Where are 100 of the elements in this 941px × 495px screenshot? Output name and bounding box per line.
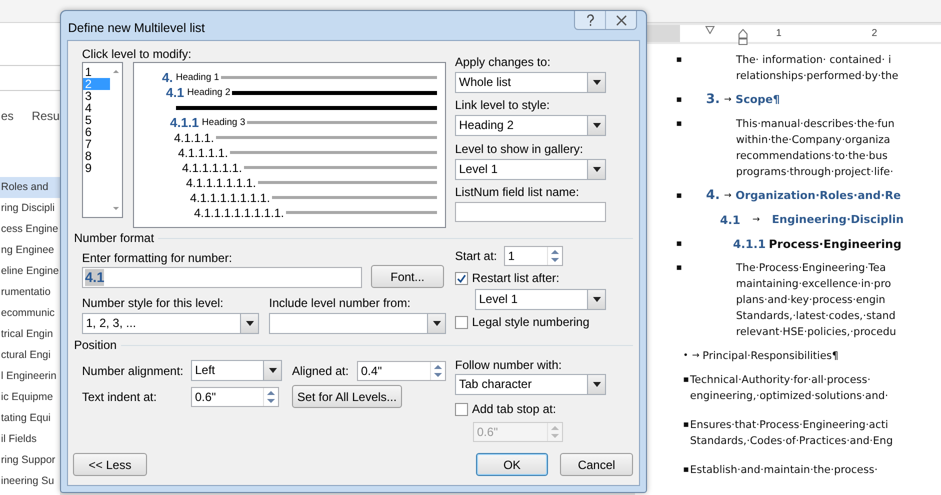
level-item[interactable]: 5 <box>83 114 110 126</box>
checkbox[interactable] <box>455 402 468 416</box>
bullet: • <box>683 351 688 361</box>
follow-number-dropdown[interactable]: Tab character <box>455 374 606 395</box>
help-icon <box>586 14 594 26</box>
bullet: ▪ <box>683 420 690 430</box>
close-icon <box>616 14 626 26</box>
paragraph: Technical·Authority·for·all·process· engineering,·optimized·solutions·and· <box>690 373 888 404</box>
paragraph: The· information· contained· i relationships·performed·by·the <box>736 53 898 84</box>
dialog-button[interactable]: OK <box>476 453 548 476</box>
field-label: Number alignment: <box>82 364 184 378</box>
level-item[interactable]: 9 <box>83 162 110 174</box>
dialog-button[interactable]: Cancel <box>560 453 633 476</box>
apply-to-dropdown[interactable]: Whole list <box>455 72 606 93</box>
checkbox-label: Legal style numbering <box>472 315 590 329</box>
gallery-level-dropdown[interactable]: Level 1 <box>455 158 606 180</box>
section-heading: Position <box>74 338 117 352</box>
heading-number: 4. <box>706 188 720 204</box>
level-item[interactable]: 6 <box>83 126 110 138</box>
preview-number: 4.1.1.1.1. <box>178 146 228 160</box>
bullet: ▪ <box>676 119 682 129</box>
caret-icon <box>592 80 600 85</box>
nav-heading-item[interactable]: ng Enginee <box>0 240 60 261</box>
spin-arrows-icon <box>547 247 562 265</box>
preview-number: 4.1.1.1.1.1.1.1. <box>190 190 270 204</box>
list-name-field[interactable] <box>455 202 606 222</box>
checkbox-label: Restart list after: <box>472 271 560 285</box>
nav-heading-item[interactable]: ic Equipme <box>0 387 60 408</box>
spin-arrows-icon <box>547 423 562 441</box>
paragraph: Ensures·that·Process·Engineering·acti Standards,·Codes·of·Practices·and·Eng <box>690 418 893 449</box>
bullet: ▪ <box>676 55 682 65</box>
heading-title: Scope¶ <box>736 92 780 108</box>
restart-after-dropdown[interactable]: Level 1 <box>475 289 606 310</box>
field-label: Include level number from: <box>269 296 412 310</box>
level-item[interactable]: 8 <box>83 150 110 162</box>
level-list[interactable]: 1 2 3 4 5 6 7 8 9 <box>82 62 123 218</box>
paragraph: Principal·Responsibilities¶ <box>702 349 839 364</box>
field-label: Level to show in gallery: <box>455 142 584 156</box>
level-item[interactable]: 4 <box>83 102 110 114</box>
dialog-button[interactable]: << Less <box>73 453 147 476</box>
ruler-number: 1 <box>776 28 782 39</box>
nav-heading-item[interactable]: cess Engine <box>0 219 60 240</box>
nav-heading-item[interactable]: trical Engin <box>0 324 60 345</box>
preview-number: 4.1.1.1.1.1. <box>182 160 242 174</box>
nav-heading-item[interactable]: ecommunic <box>0 303 60 324</box>
font-button[interactable]: Font... <box>371 265 444 288</box>
include-level-dropdown[interactable] <box>269 313 446 334</box>
field-label: Aligned at: <box>292 364 350 378</box>
paragraph: The·Process·Engineering·Tea maintaining·excellence·in·pro plans·and·key·process·engin Standards,·latest·codes,·stand relevant·HSE·policies,·procedu <box>736 261 896 340</box>
caret-icon <box>592 123 600 128</box>
nav-heading-item[interactable]: rumentatio <box>0 282 60 303</box>
nav-tab[interactable]: es <box>0 109 15 123</box>
link-style-dropdown[interactable]: Heading 2 <box>455 115 606 136</box>
level-item[interactable]: 1 <box>83 66 110 78</box>
hanging-indent-icon[interactable] <box>738 29 748 45</box>
checkbox[interactable] <box>455 316 468 328</box>
section-heading: Number format <box>74 231 154 245</box>
paragraph: Establish·and·maintain·the·process· <box>690 463 878 478</box>
heading-title: Engineering·Disciplin <box>772 212 904 228</box>
checkbox[interactable] <box>455 272 468 284</box>
field-label: Enter formatting for number: <box>82 251 234 265</box>
aligned-at-spinner[interactable]: 0.4" <box>357 360 446 380</box>
ruler-number: 2 <box>872 28 878 39</box>
preview-style-label: Heading 2 <box>187 87 230 98</box>
preview-number: 4.1.1.1.1.1.1. <box>186 176 256 190</box>
nav-heading-item[interactable]: ring Discipli <box>0 198 60 219</box>
paragraph: This·manual·describes·the·fun within·the·Company·organiza recommendations·to·the·bus programs·through·project·life· <box>736 117 895 180</box>
field-label: Text indent at: <box>82 390 158 404</box>
heading-title: Process·Engineering <box>768 236 902 252</box>
bullet: ▪ <box>683 465 690 475</box>
nav-heading-item[interactable]: ctural Engi <box>0 345 60 366</box>
number-format-field[interactable]: 4.1 <box>82 267 362 288</box>
nav-heading-item[interactable]: ring Suppor <box>0 450 60 471</box>
preview-number: 4.1.1 <box>170 115 199 130</box>
preview-style-label: Heading 1 <box>176 72 220 83</box>
field-label: Link level to style: <box>455 98 551 112</box>
set-all-levels-button[interactable]: Set for All Levels... <box>292 385 402 408</box>
nav-heading-item[interactable]: eline Engine <box>0 261 60 282</box>
bullet: ▪ <box>683 375 690 385</box>
nav-heading-item[interactable]: il Fields <box>0 429 60 450</box>
caret-icon <box>246 321 254 326</box>
first-line-indent-icon[interactable] <box>705 26 715 34</box>
nav-heading-item[interactable]: ineering Su <box>0 471 60 492</box>
nav-heading-item[interactable]: l Engineerin <box>0 366 60 387</box>
nav-heading-item[interactable]: Roles and <box>0 177 60 198</box>
nav-tab[interactable]: Resu <box>30 109 61 123</box>
nav-heading-item[interactable]: tating Equi <box>0 408 60 429</box>
bullet: ▪ <box>676 239 682 249</box>
window-title: Define new Multilevel list <box>68 21 205 35</box>
start-at-spinner[interactable]: 1 <box>504 246 563 266</box>
caret-icon <box>432 321 440 326</box>
number-alignment-dropdown[interactable]: Left <box>191 360 282 381</box>
level-item[interactable]: 3 <box>83 90 110 102</box>
text-indent-spinner[interactable]: 0.6" <box>191 386 279 406</box>
number-style-dropdown[interactable]: 1, 2, 3, ... <box>82 313 259 334</box>
field-label: Follow number with: <box>455 358 563 372</box>
field-label: Number style for this level: <box>82 296 224 310</box>
field-label: ListNum field list name: <box>455 184 580 199</box>
search-field[interactable] <box>0 65 60 91</box>
level-item[interactable]: 7 <box>83 138 110 150</box>
